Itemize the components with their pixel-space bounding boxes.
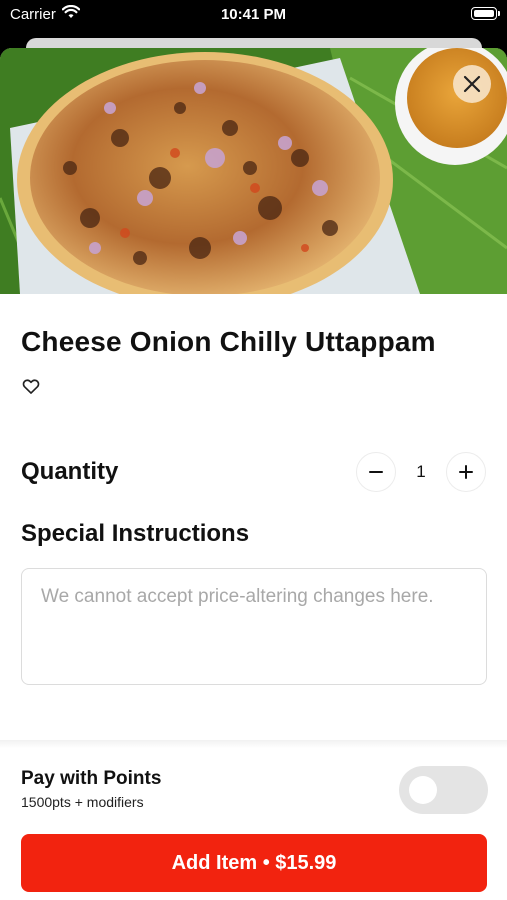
- special-instructions-input[interactable]: [21, 568, 487, 685]
- favorite-button[interactable]: [21, 376, 41, 396]
- item-title: Cheese Onion Chilly Uttappam: [21, 326, 436, 357]
- special-instructions-label: Special Instructions: [21, 520, 250, 547]
- plus-icon: [459, 465, 473, 479]
- pay-with-points-toggle[interactable]: [399, 766, 488, 814]
- close-icon: [463, 75, 481, 93]
- decrease-quantity-button[interactable]: [356, 452, 396, 492]
- toggle-knob: [409, 776, 437, 804]
- food-photo: [0, 48, 507, 294]
- item-detail-sheet: Cheese Onion Chilly Uttappam Quantity 1 …: [0, 48, 507, 900]
- quantity-label: Quantity: [21, 458, 119, 485]
- minus-icon: [369, 471, 383, 473]
- heart-icon: [22, 379, 40, 394]
- status-bar: Carrier 10:41 PM: [0, 0, 507, 30]
- pay-with-points-label: Pay with Points: [21, 768, 162, 789]
- points-cost: 1500pts + modifiers: [21, 794, 144, 810]
- quantity-value: 1: [416, 462, 426, 481]
- add-item-button[interactable]: Add Item • $15.99: [21, 834, 487, 892]
- increase-quantity-button[interactable]: [446, 452, 486, 492]
- status-time: 10:41 PM: [220, 6, 287, 23]
- battery-icon: [471, 7, 500, 20]
- close-button[interactable]: [453, 65, 491, 103]
- section-divider: [0, 740, 507, 748]
